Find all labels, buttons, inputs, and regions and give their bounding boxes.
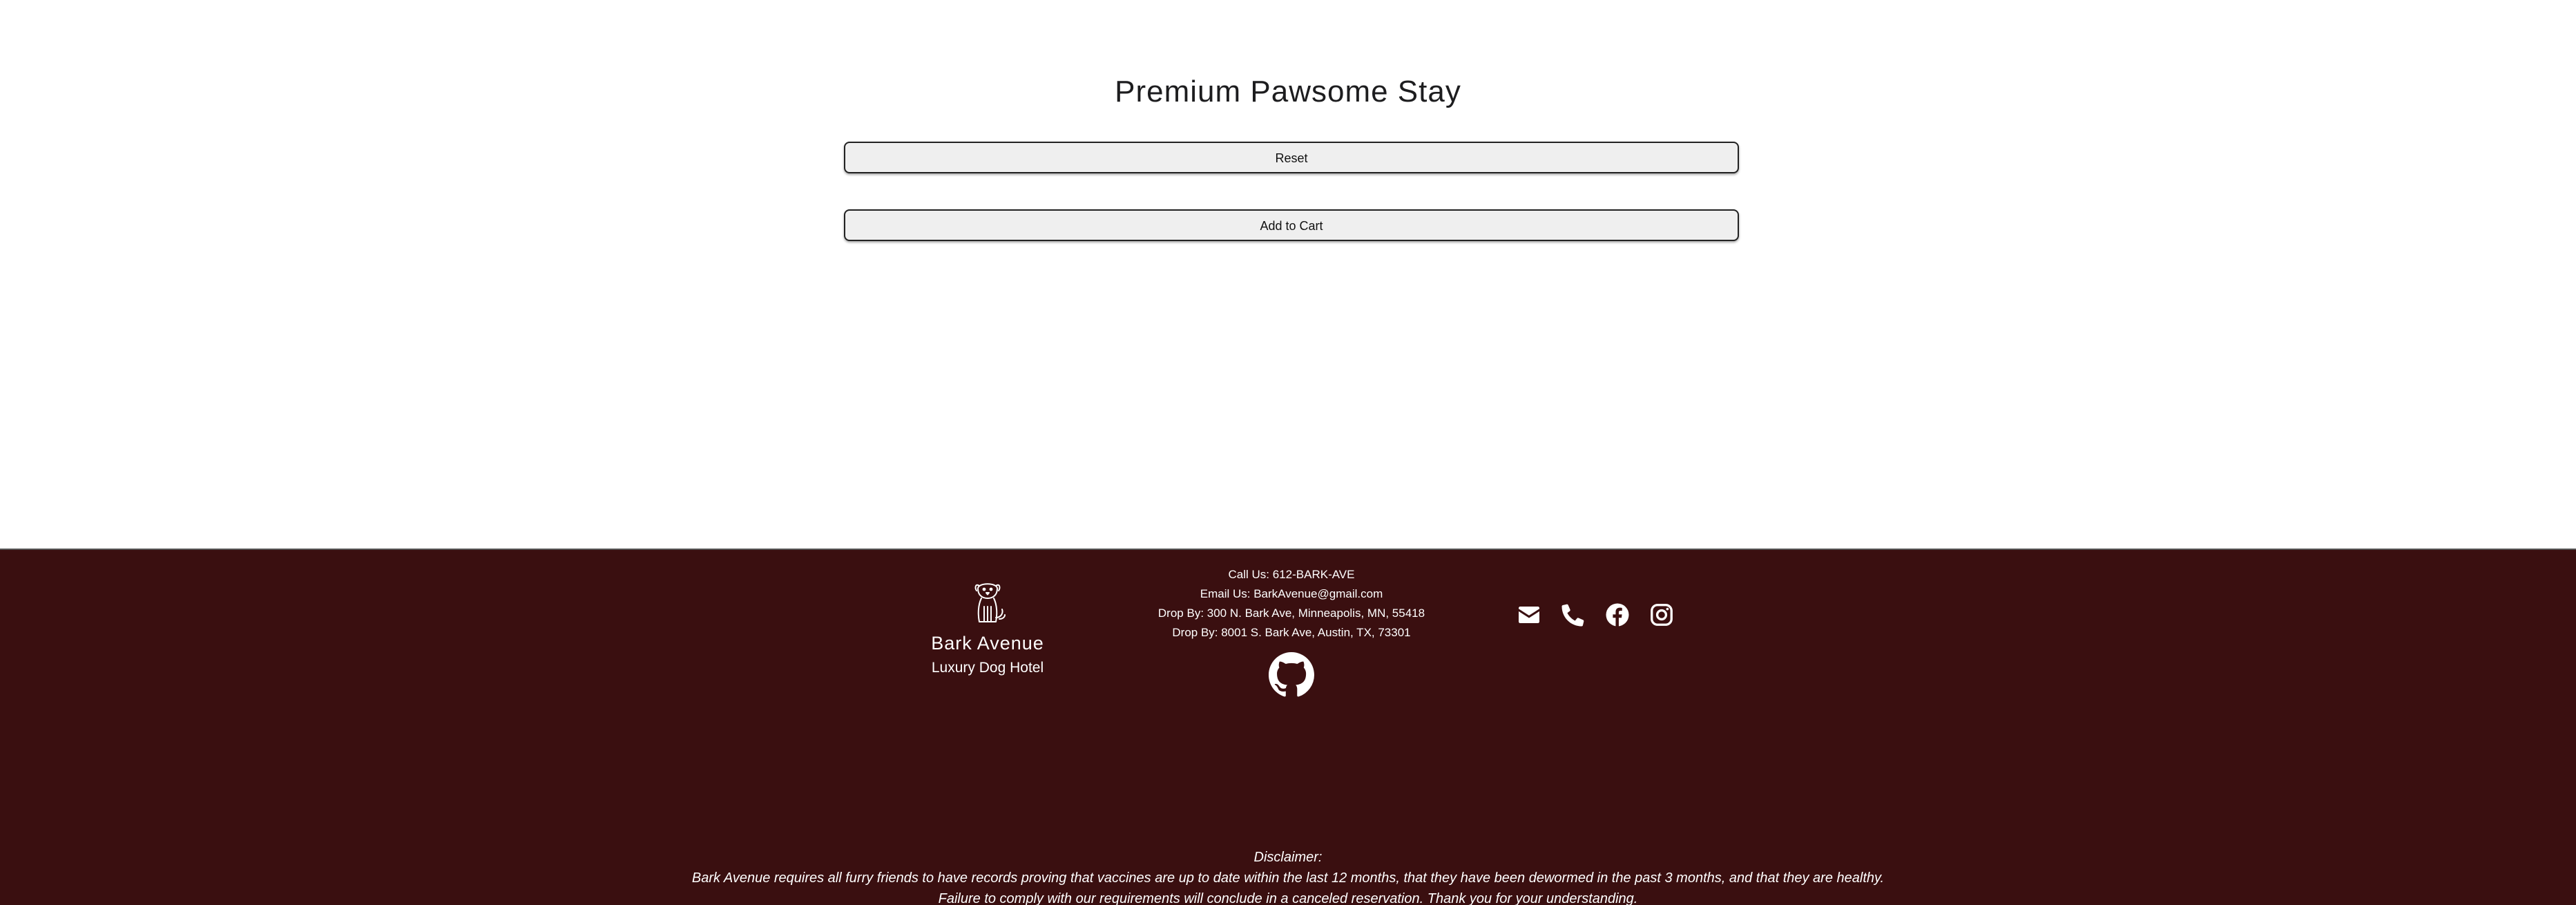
facebook-icon[interactable] <box>1605 602 1630 627</box>
footer-brand[interactable]: Bark Avenue Luxury Dog Hotel <box>905 579 1070 676</box>
site-footer: Bark Avenue Luxury Dog Hotel Call Us: 61… <box>0 549 2576 905</box>
github-icon[interactable] <box>1269 652 1314 698</box>
brand-tagline: Luxury Dog Hotel <box>931 660 1044 676</box>
contact-address-minneapolis: Drop By: 300 N. Bark Ave, Minneapolis, M… <box>1157 607 1425 620</box>
dog-logo-icon <box>974 583 1006 622</box>
brand-name: Bark Avenue <box>931 633 1044 654</box>
page: Premium Pawsome Stay Reset Add to Cart B… <box>0 0 2576 905</box>
disclaimer-line-2: Failure to comply with our requirements … <box>938 891 1638 905</box>
contact-address-austin: Drop By: 8001 S. Bark Ave, Austin, TX, 7… <box>1172 626 1411 639</box>
phone-icon[interactable] <box>1561 602 1586 627</box>
disclaimer: Disclaimer: Bark Avenue requires all fur… <box>0 847 2576 905</box>
contact-info: Call Us: 612-BARK-AVE Email Us: BarkAven… <box>1119 565 1464 698</box>
product-title: Premium Pawsome Stay <box>1115 75 1461 108</box>
disclaimer-line-1: Bark Avenue requires all furry friends t… <box>691 870 1885 886</box>
instagram-icon[interactable] <box>1649 602 1674 627</box>
main-content: Premium Pawsome Stay Reset Add to Cart <box>0 0 2576 549</box>
disclaimer-heading: Disclaimer: <box>1253 850 1323 865</box>
contact-email: Email Us: BarkAvenue@gmail.com <box>1200 587 1383 600</box>
social-links <box>1517 602 1674 627</box>
reset-button[interactable]: Reset <box>844 142 1739 173</box>
contact-call: Call Us: 612-BARK-AVE <box>1228 568 1355 581</box>
add-to-cart-button[interactable]: Add to Cart <box>844 209 1739 241</box>
envelope-icon[interactable] <box>1517 602 1541 627</box>
